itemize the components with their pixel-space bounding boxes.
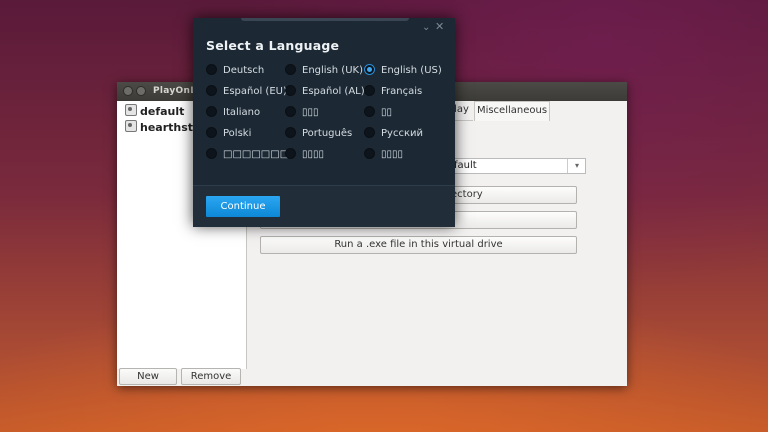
language-option[interactable]: Español (EU) — [206, 84, 287, 100]
language-label: Русский — [381, 128, 423, 139]
language-label: ▯▯▯▯ — [302, 149, 325, 160]
continue-button[interactable]: Continue — [206, 196, 280, 217]
drive-icon — [125, 104, 137, 116]
new-button[interactable]: New — [119, 368, 177, 385]
wine-version-select[interactable]: fault — [450, 158, 586, 174]
language-option[interactable]: Deutsch — [206, 63, 264, 79]
language-label: English (UK) — [302, 65, 363, 76]
radio-icon[interactable] — [285, 148, 296, 159]
language-option[interactable]: Polski — [206, 126, 251, 142]
language-option[interactable]: □□□□□□□( — [206, 147, 293, 163]
radio-icon[interactable] — [285, 64, 296, 75]
language-label: □□□□□□□( — [223, 149, 294, 160]
radio-icon[interactable] — [285, 106, 296, 117]
language-option[interactable]: Português — [285, 126, 352, 142]
drive-icon — [125, 120, 137, 132]
language-label: Italiano — [223, 107, 261, 118]
prefix-item-default[interactable]: default — [125, 104, 184, 118]
language-option[interactable]: Italiano — [206, 105, 260, 121]
radio-icon[interactable] — [206, 106, 217, 117]
language-option[interactable]: English (US) — [364, 63, 442, 79]
radio-icon[interactable] — [285, 85, 296, 96]
radio-icon[interactable] — [206, 148, 217, 159]
radio-icon[interactable] — [206, 85, 217, 96]
language-option[interactable]: Español (AL) — [285, 84, 365, 100]
dialog-title: Select a Language — [206, 38, 340, 53]
radio-icon[interactable] — [364, 148, 375, 159]
language-option[interactable]: ▯▯▯▯ — [285, 147, 324, 163]
language-label: English (US) — [381, 65, 442, 76]
radio-icon[interactable] — [364, 106, 375, 117]
language-label: Español (AL) — [302, 86, 365, 97]
radio-icon[interactable] — [364, 85, 375, 96]
language-option[interactable]: Русский — [364, 126, 423, 142]
language-option[interactable]: English (UK) — [285, 63, 363, 79]
radio-icon[interactable] — [206, 127, 217, 138]
radio-icon[interactable] — [206, 64, 217, 75]
radio-icon[interactable] — [364, 127, 375, 138]
language-label: ▯▯▯ — [302, 107, 319, 118]
dialog-footer: Continue — [193, 185, 455, 227]
radio-selected-icon[interactable] — [364, 64, 375, 75]
language-label: Español (EU) — [223, 86, 287, 97]
prefix-label: default — [140, 105, 185, 118]
language-option[interactable]: Français — [364, 84, 422, 100]
language-label: Português — [302, 128, 353, 139]
minimize-window-icon[interactable] — [136, 86, 146, 96]
language-dialog: ⌄ ✕ Select a Language Deutsch English (UK… — [193, 18, 455, 227]
language-option[interactable]: ▯▯▯ — [285, 105, 319, 121]
language-option[interactable]: ▯▯▯▯ — [364, 147, 403, 163]
chevron-down-icon[interactable]: ▾ — [567, 159, 586, 173]
close-icon[interactable]: ✕ — [435, 20, 444, 33]
window-title: PlayOnL — [153, 86, 197, 96]
radio-icon[interactable] — [285, 127, 296, 138]
language-label: Français — [381, 86, 423, 97]
language-label: Polski — [223, 128, 252, 139]
language-label: ▯▯ — [381, 107, 393, 118]
minimize-icon[interactable]: ⌄ — [422, 22, 430, 33]
tab-miscellaneous[interactable]: Miscellaneous — [474, 101, 550, 121]
language-option[interactable]: ▯▯ — [364, 105, 392, 121]
close-window-icon[interactable] — [123, 86, 133, 96]
run-exe-button[interactable]: Run a .exe file in this virtual drive — [260, 236, 577, 254]
remove-button[interactable]: Remove — [181, 368, 241, 385]
language-label: Deutsch — [223, 65, 265, 76]
language-label: ▯▯▯▯ — [381, 149, 404, 160]
